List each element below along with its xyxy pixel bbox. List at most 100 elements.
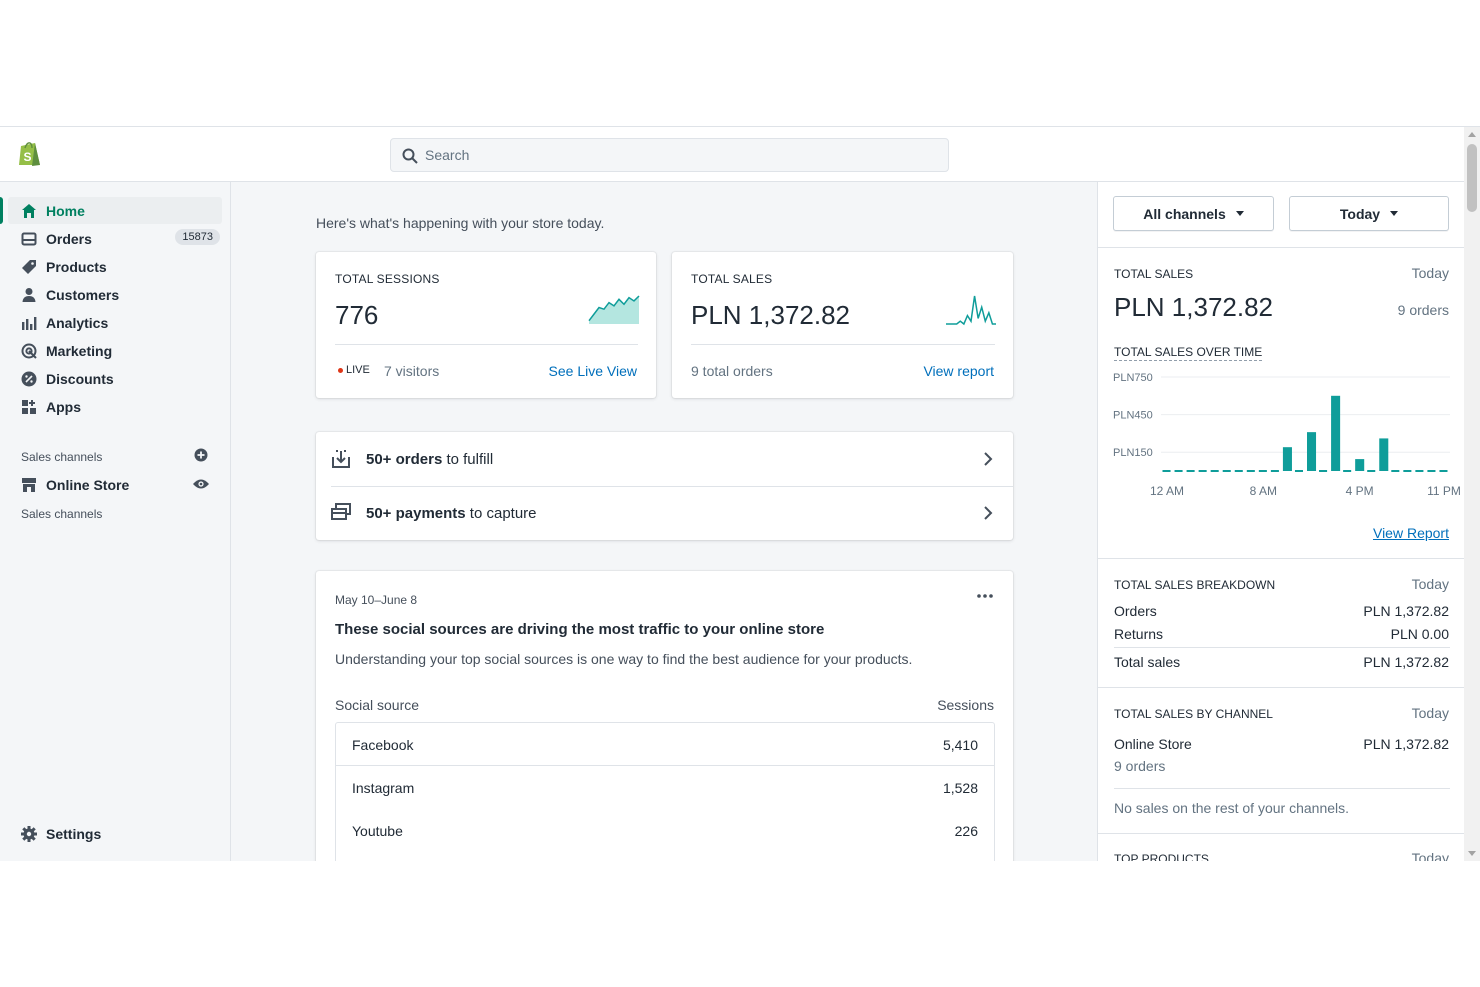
chart-bar-zero <box>1222 470 1231 472</box>
chart-bar-zero <box>1403 470 1412 472</box>
sidebar-item-label: Apps <box>46 398 81 415</box>
sidebar-item-label: Products <box>46 258 107 275</box>
column-header-sessions: Sessions <box>937 697 994 713</box>
payments-to-capture-row[interactable]: 50+ payments to capture <box>316 486 1013 540</box>
channel-filter-dropdown[interactable]: All channels <box>1113 196 1274 231</box>
task-count: 50+ payments <box>366 505 466 522</box>
chart-bar-zero <box>1270 470 1279 472</box>
social-title: These social sources are driving the mos… <box>335 621 825 638</box>
chart-bar-zero <box>1343 470 1352 472</box>
period-label: Today <box>1411 705 1449 721</box>
sidebar-item-label: Orders <box>46 230 92 247</box>
sales-sparkline-line <box>946 295 996 326</box>
sidebar-item-label: Home <box>46 202 85 219</box>
dropdown-label: All channels <box>1143 205 1226 222</box>
chart-bar-zero <box>1391 470 1400 472</box>
view-report-link[interactable]: View report <box>923 363 994 379</box>
sidebar-item-analytics[interactable]: Analytics <box>8 309 222 336</box>
social-sources-card: May 10–June 8 These social sources are d… <box>316 571 1013 861</box>
channel-orders: 9 orders <box>1114 758 1166 774</box>
chart-bar-zero <box>1186 470 1195 472</box>
table-row <box>335 852 995 861</box>
sidebar-item-discounts[interactable]: Discounts <box>8 365 222 392</box>
orders-to-fulfill-row[interactable]: 50+ orders to fulfill <box>316 432 1013 486</box>
scrollbar[interactable] <box>1464 127 1480 861</box>
total-sales-value: PLN 1,372.82 <box>1114 292 1274 322</box>
sidebar-item-apps[interactable]: Apps <box>8 393 222 420</box>
sidebar-item-marketing[interactable]: Marketing <box>8 337 222 364</box>
task-count: 50+ orders <box>366 451 443 468</box>
table-row: Youtube 226 <box>335 809 995 853</box>
divider <box>1114 647 1450 648</box>
chart-bar-zero <box>1294 470 1303 472</box>
caret-down-icon <box>1235 211 1244 216</box>
sidebar-item-orders[interactable]: Orders 15873 <box>8 225 222 252</box>
sidebar-item-label: Discounts <box>46 370 114 387</box>
search-icon <box>402 148 418 164</box>
y-tick-label: PLN150 <box>1113 447 1153 459</box>
sessions-value: 1,528 <box>942 780 978 796</box>
divider <box>691 344 995 345</box>
chart-bar <box>1379 438 1389 471</box>
chart-bar-zero <box>1415 470 1424 472</box>
greeting-text: Here's what's happening with your store … <box>316 215 605 231</box>
live-label: LIVE <box>346 364 370 376</box>
add-channel-icon[interactable] <box>194 448 208 462</box>
sales-over-time-chart: PLN750 PLN450 PLN150 12 AM 8 AM 4 PM 11 PM <box>1113 372 1461 498</box>
scroll-up-arrow-icon[interactable] <box>1468 132 1476 137</box>
chart-bar-zero <box>1198 470 1207 472</box>
chart-bar <box>1355 459 1365 471</box>
view-report-link[interactable]: View Report <box>1373 525 1449 541</box>
see-live-view-link[interactable]: See Live View <box>549 363 637 379</box>
breakdown-row-label: Returns <box>1114 626 1164 642</box>
sidebar-item-home[interactable]: Home <box>0 197 222 224</box>
channel-name: Online Store <box>1114 736 1192 752</box>
more-horizontal-icon <box>977 594 993 598</box>
eye-icon[interactable] <box>192 478 210 490</box>
divider <box>1098 558 1464 559</box>
sales-sparkline <box>946 295 996 326</box>
chart-bar <box>1307 432 1317 471</box>
card-title: TOTAL SESSIONS <box>335 272 440 286</box>
sidebar-item-online-store[interactable]: Online Store <box>8 471 222 498</box>
scroll-down-arrow-icon[interactable] <box>1468 851 1476 856</box>
scrollbar-thumb[interactable] <box>1467 144 1477 212</box>
sidebar-item-customers[interactable]: Customers <box>8 281 222 308</box>
top-bar: S <box>0 127 1464 182</box>
live-dot-icon <box>338 367 343 373</box>
sessions-value: 5,410 <box>942 737 978 753</box>
chart-bar-zero <box>1210 470 1219 472</box>
task-description: to capture <box>465 505 537 522</box>
divider <box>1098 687 1464 688</box>
table-row: Instagram 1,528 <box>335 766 995 810</box>
sessions-value: 776 <box>335 300 379 330</box>
svg-text:S: S <box>24 150 32 164</box>
total-sales-heading: TOTAL SALES <box>1114 267 1194 281</box>
payment-icon <box>331 503 351 520</box>
chart-bar <box>1331 395 1341 471</box>
shopify-logo-icon[interactable]: S <box>17 139 43 167</box>
chart-bar-zero <box>1319 470 1328 472</box>
sidebar-item-label: Settings <box>46 825 102 842</box>
date-filter-dropdown[interactable]: Today <box>1289 196 1449 231</box>
sidebar-item-settings[interactable]: Settings <box>8 820 222 847</box>
x-tick-label: 4 PM <box>1346 484 1374 498</box>
chart-bar-zero <box>1234 470 1243 472</box>
live-badge: LIVE <box>338 364 370 376</box>
breakdown-row-value: PLN 0.00 <box>1390 626 1449 642</box>
search-bar[interactable] <box>390 138 949 172</box>
gear-icon <box>20 825 38 843</box>
search-input[interactable] <box>425 139 935 171</box>
sidebar-item-products[interactable]: Products <box>8 253 222 280</box>
right-panel: All channels Today TOTAL SALES Today PLN… <box>1097 182 1464 861</box>
sales-over-time-heading: TOTAL SALES OVER TIME <box>1114 345 1263 361</box>
breakdown-row-label: Total sales <box>1114 654 1181 670</box>
orders-count: 9 orders <box>1397 302 1449 318</box>
y-tick-label: PLN750 <box>1113 372 1153 384</box>
divider <box>335 344 638 345</box>
breakdown-row-value: PLN 1,372.82 <box>1363 654 1449 670</box>
total-sessions-card: TOTAL SESSIONS 776 LIVE 7 visitors See L… <box>316 252 656 398</box>
tasks-card: 50+ orders to fulfill 50+ payments to ca… <box>316 432 1013 540</box>
bar-chart-icon <box>20 314 38 332</box>
more-options-button[interactable] <box>977 585 993 603</box>
